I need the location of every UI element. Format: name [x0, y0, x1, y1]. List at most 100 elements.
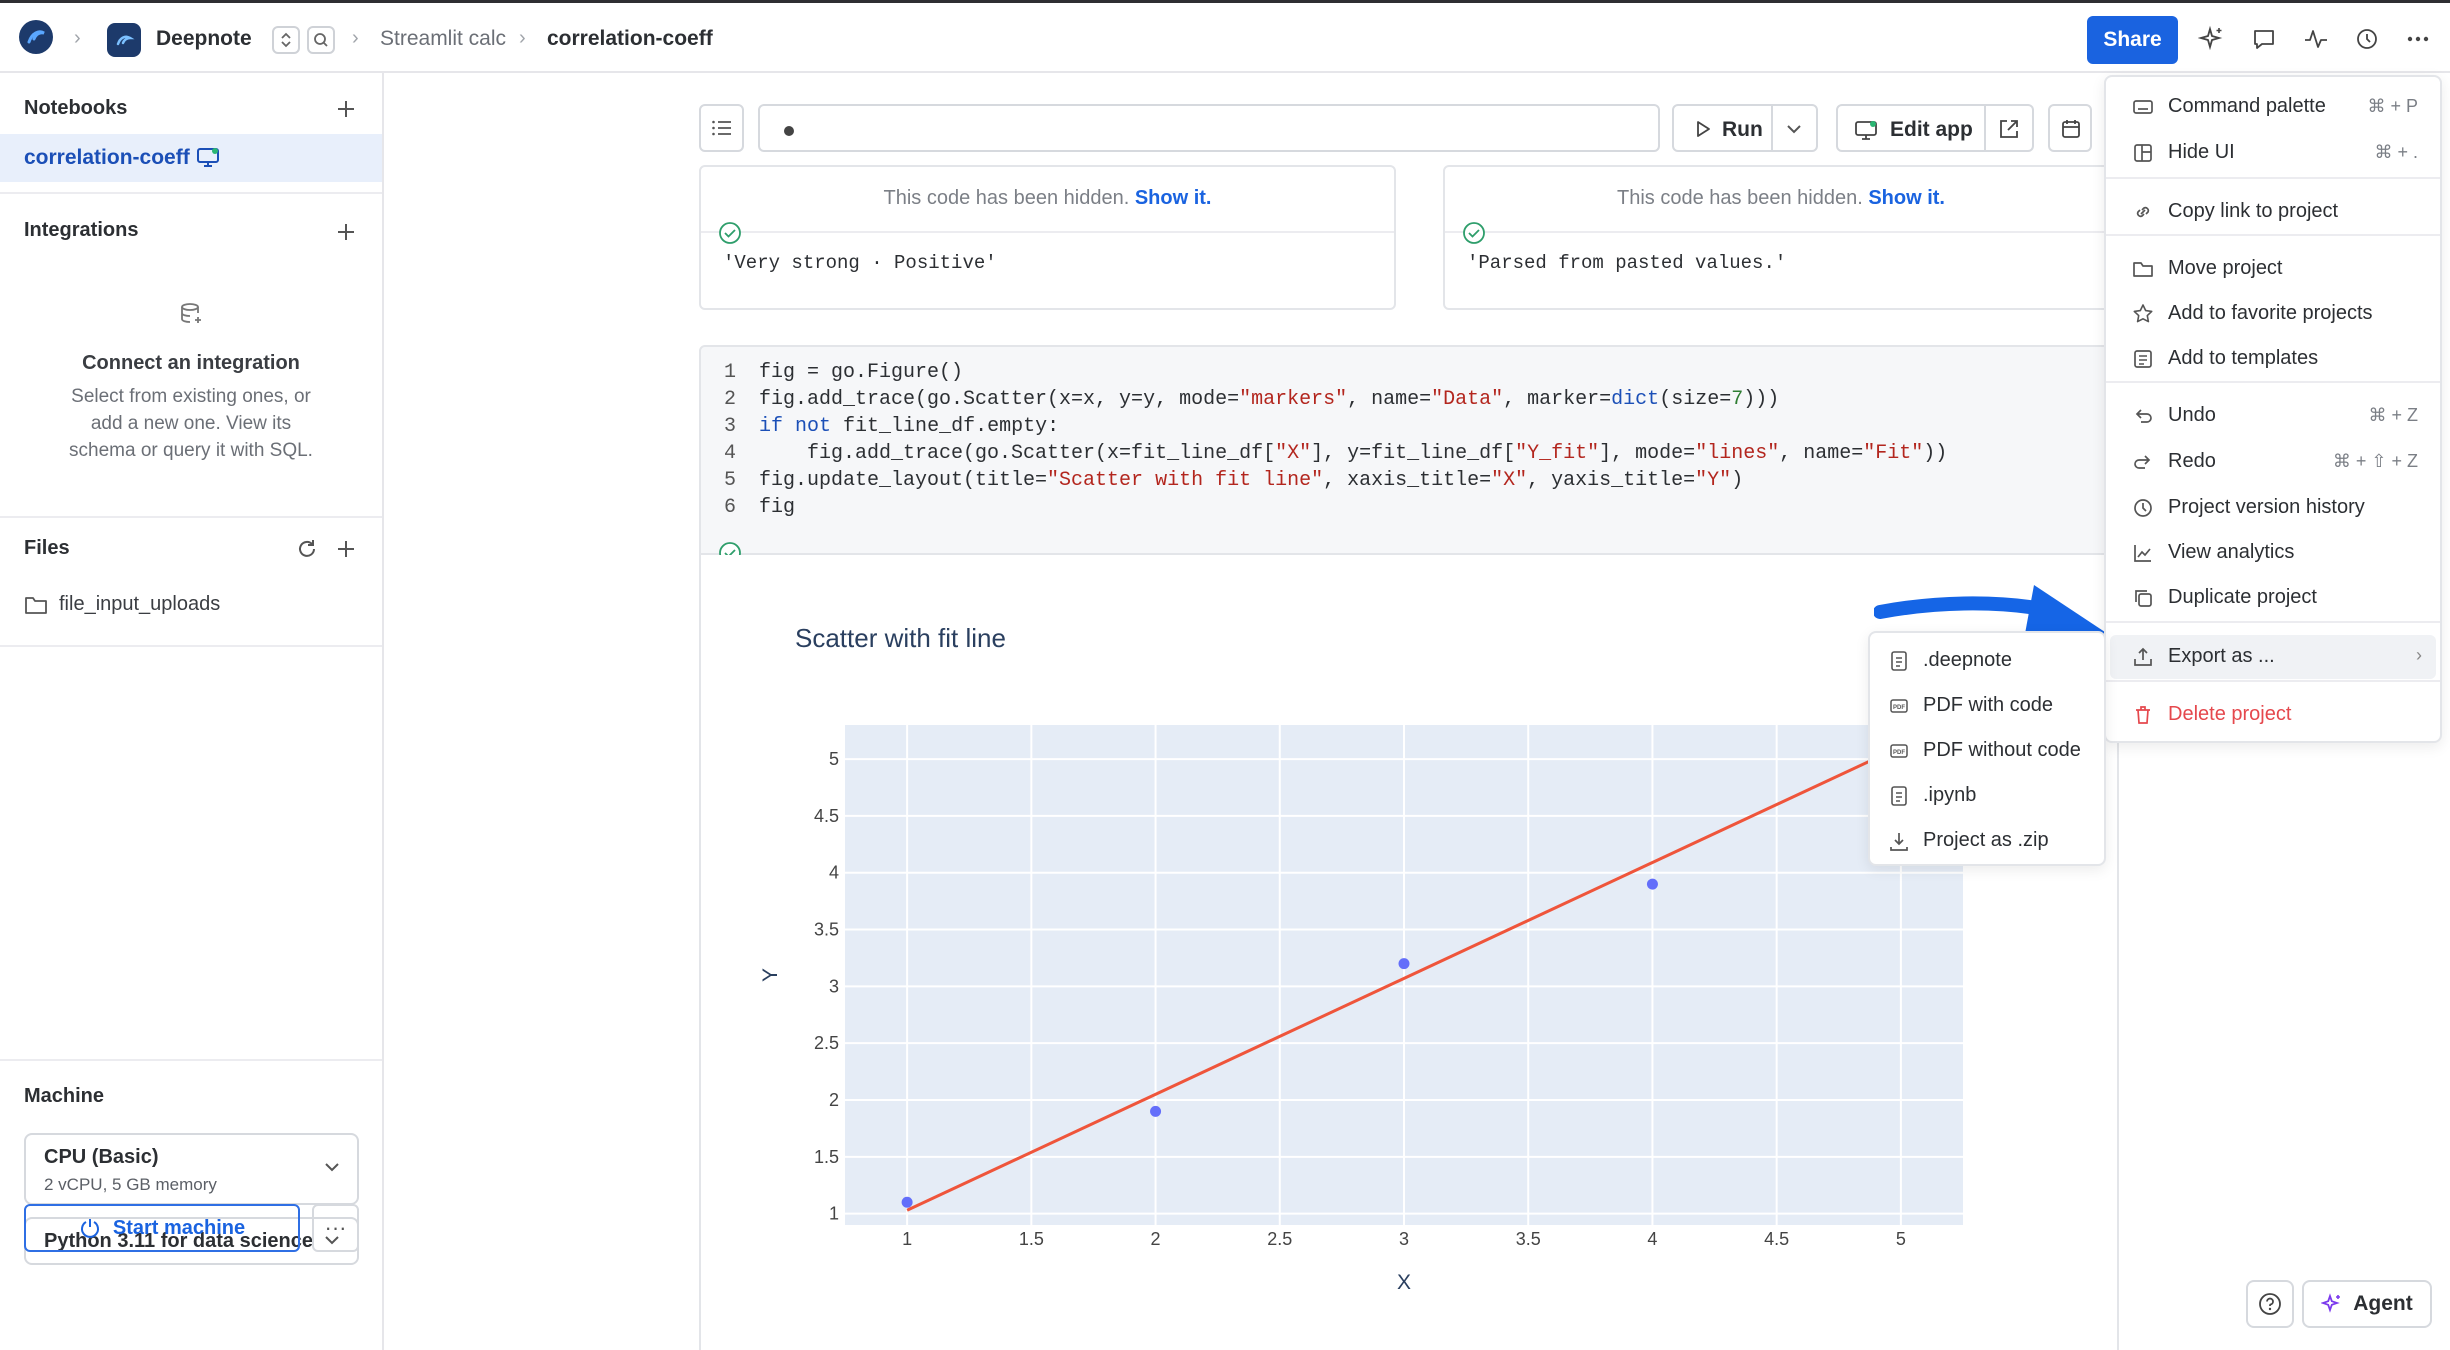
sparkle-icon[interactable]: [2198, 25, 2228, 55]
menu-item-redo[interactable]: Redo ⌘ + ⇧ + Z: [2106, 440, 2440, 484]
show-code-link[interactable]: Show it.: [1868, 187, 1945, 209]
activity-icon[interactable]: [2302, 25, 2332, 55]
menu-item-add-to-favorite-projects[interactable]: Add to favorite projects: [2106, 292, 2440, 336]
add-integration-icon[interactable]: [335, 221, 359, 245]
x-tick-label: 4: [1647, 1229, 1657, 1249]
code-line[interactable]: 6 fig: [701, 494, 795, 521]
divider: [0, 192, 382, 194]
switch-project-button[interactable]: [272, 26, 300, 54]
machine-select[interactable]: CPU (Basic) 2 vCPU, 5 GB memory: [24, 1133, 359, 1205]
export-option-label: PDF without code: [1923, 739, 2081, 761]
success-check-icon: [1462, 221, 1486, 245]
svg-text:PDF: PDF: [1893, 750, 1905, 756]
file-item[interactable]: file_input_uploads: [0, 583, 382, 627]
chevron-down-icon: [323, 1161, 341, 1173]
divider: [2106, 381, 2440, 383]
app-name[interactable]: Deepnote: [156, 27, 252, 51]
files-title: Files: [24, 537, 70, 559]
machine-title: Machine: [24, 1085, 105, 1107]
more-icon[interactable]: [2404, 25, 2434, 55]
app-monitor-icon: [196, 145, 220, 169]
hidden-code-notice: This code has been hidden. Show it.: [701, 187, 1394, 210]
menu-item-label: Hide UI: [2168, 141, 2235, 163]
divider: [1445, 231, 2117, 233]
undo-icon: [2132, 405, 2154, 427]
add-file-icon[interactable]: [335, 538, 359, 562]
menu-item-hide-ui[interactable]: Hide UI ⌘ + .: [2106, 131, 2440, 175]
menu-item-label: Command palette: [2168, 95, 2326, 117]
y-tick-label: 3: [829, 976, 839, 996]
database-icon: [178, 301, 204, 327]
code-line[interactable]: 5 fig.update_layout(title="Scatter with f…: [701, 467, 1743, 494]
menu-item-command-palette[interactable]: Command palette ⌘ + P: [2106, 85, 2440, 129]
code-line[interactable]: 4 fig.add_trace(go.Scatter(x=fit_line_df…: [701, 440, 1947, 467]
history-icon: [2132, 497, 2154, 519]
menu-item-project-version-history[interactable]: Project version history: [2106, 486, 2440, 530]
menu-item-duplicate-project[interactable]: Duplicate project: [2106, 576, 2440, 620]
chevron-down-icon[interactable]: [1785, 123, 1803, 135]
export-option[interactable]: PDF PDF with code: [1870, 684, 2104, 728]
history-icon[interactable]: [2353, 25, 2383, 55]
export-option-label: PDF with code: [1923, 694, 2054, 716]
comment-icon[interactable]: [2250, 25, 2280, 55]
sidebar-item-notebook[interactable]: correlation-coeff: [0, 134, 382, 182]
integrations-title: Integrations: [24, 219, 139, 241]
workspace-logo[interactable]: [18, 19, 54, 55]
output-block: This code has been hidden. Show it. 'Ver…: [699, 165, 1396, 310]
x-tick-label: 4.5: [1764, 1229, 1789, 1249]
export-option[interactable]: Project as .zip: [1870, 819, 2104, 863]
refresh-icon[interactable]: [295, 537, 319, 561]
breadcrumb-project[interactable]: Streamlit calc: [380, 27, 506, 51]
line-number: 5: [723, 469, 736, 492]
help-button[interactable]: [2246, 1280, 2294, 1328]
code-line[interactable]: 3 if not fit_line_df.empty:: [701, 413, 1059, 440]
machine-more-button[interactable]: ···: [312, 1204, 359, 1252]
run-button[interactable]: Run: [1672, 104, 1818, 152]
add-notebook-icon[interactable]: [335, 98, 359, 122]
divider: [0, 1059, 382, 1061]
menu-item-label: Add to templates: [2168, 347, 2319, 369]
menu-item-move-project[interactable]: Move project: [2106, 247, 2440, 291]
menu-item-copy-link-to-project[interactable]: Copy link to project: [2106, 190, 2440, 234]
calendar-icon: [2060, 118, 2082, 140]
x-tick-label: 1: [902, 1229, 912, 1249]
export-option[interactable]: .deepnote: [1870, 639, 2104, 683]
menu-item-label: Undo: [2168, 404, 2216, 426]
agent-button[interactable]: Agent: [2302, 1280, 2432, 1328]
sidebar: Notebooks correlation-coeff Integrations…: [0, 73, 384, 1350]
code-line[interactable]: 2 fig.add_trace(go.Scatter(x=x, y=y, mode…: [701, 386, 1779, 413]
edit-app-label: Edit app: [1890, 118, 1973, 141]
export-option[interactable]: .ipynb: [1870, 774, 2104, 818]
app-monitor-icon: [1854, 118, 1878, 142]
breadcrumb-notebook[interactable]: correlation-coeff: [547, 27, 713, 51]
menu-item-undo[interactable]: Undo ⌘ + Z: [2106, 394, 2440, 438]
y-tick-label: 1.5: [814, 1147, 839, 1167]
menu-item-view-analytics[interactable]: View analytics: [2106, 531, 2440, 575]
menu-item-delete-project[interactable]: Delete project: [2106, 693, 2440, 737]
schedule-button[interactable]: [2048, 104, 2092, 152]
folder-icon: [24, 594, 48, 616]
code-line[interactable]: 1 fig = go.Figure(): [701, 359, 963, 386]
list-icon: [711, 120, 731, 136]
open-app-button[interactable]: [1986, 104, 2034, 152]
start-machine-button[interactable]: Start machine: [24, 1204, 300, 1252]
menu-item-add-to-templates[interactable]: Add to templates: [2106, 337, 2440, 381]
search-icon[interactable]: [307, 26, 335, 54]
x-tick-label: 3: [1399, 1229, 1409, 1249]
run-label: Run: [1722, 118, 1763, 141]
edit-app-button[interactable]: Edit app: [1836, 104, 1986, 152]
menu-item-export-as[interactable]: Export as ... ›: [2110, 635, 2436, 679]
export-option[interactable]: PDF PDF without code: [1870, 729, 2104, 773]
share-button[interactable]: Share: [2087, 16, 2178, 64]
status-input[interactable]: [758, 104, 1660, 152]
x-tick-label: 2: [1151, 1229, 1161, 1249]
code-editor[interactable]: 1 fig = go.Figure() 2 fig.add_trace(go.Scat…: [699, 345, 2119, 564]
notebooks-title: Notebooks: [24, 97, 128, 119]
line-number: 2: [723, 388, 736, 411]
duplicate-icon: [2132, 587, 2154, 609]
show-code-link[interactable]: Show it.: [1135, 187, 1212, 209]
outline-button[interactable]: [699, 104, 744, 152]
divider: [0, 645, 382, 647]
folder-icon: [2132, 258, 2154, 280]
data-point: [1646, 878, 1658, 890]
